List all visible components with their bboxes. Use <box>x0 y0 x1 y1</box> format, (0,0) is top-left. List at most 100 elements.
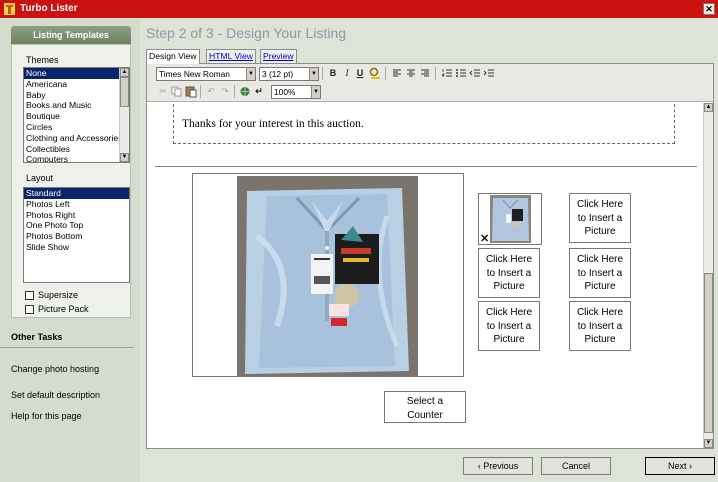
align-right-icon[interactable] <box>419 67 431 80</box>
zoom-select[interactable]: 100% ▼ <box>271 85 321 99</box>
slot-text-line: Picture <box>493 334 525 345</box>
insert-picture-slot[interactable]: Click Here to Insert a Picture <box>478 248 540 298</box>
help-for-this-page-link[interactable]: Help for this page <box>11 411 82 421</box>
slot-text-line: Click Here <box>576 199 624 210</box>
scroll-down-icon[interactable]: ▼ <box>120 153 129 162</box>
description-text[interactable]: Thanks for your interest in this auction… <box>182 118 364 130</box>
divider <box>0 347 134 348</box>
indent-icon[interactable] <box>483 67 495 80</box>
slot-text-line: Picture <box>493 281 525 292</box>
checkbox-icon[interactable] <box>25 290 34 300</box>
photo-thumbnail[interactable]: ✕ <box>478 193 542 245</box>
checkbox-icon[interactable] <box>25 304 34 314</box>
text-color-icon[interactable] <box>369 67 381 80</box>
turbo-lister-app-icon <box>4 3 15 15</box>
tab-html-view[interactable]: HTML View <box>206 49 256 63</box>
window-title: Turbo Lister <box>20 3 78 14</box>
title-bar: Turbo Lister ✕ <box>0 0 718 18</box>
outdent-icon[interactable] <box>469 67 481 80</box>
chevron-down-icon[interactable]: ▼ <box>309 68 318 80</box>
zoom-value: 100% <box>274 87 296 97</box>
tab-preview[interactable]: Preview <box>260 49 297 63</box>
themes-scrollbar[interactable]: ▲ ▼ <box>119 68 129 162</box>
scroll-thumb[interactable] <box>704 273 713 433</box>
line-break-icon[interactable]: ↵ <box>253 85 265 98</box>
redo-icon[interactable]: ↷ <box>219 85 231 98</box>
align-center-icon[interactable] <box>405 67 417 80</box>
insert-picture-slot[interactable]: Click Here to Insert a Picture <box>569 301 631 351</box>
slot-text-line: Picture <box>584 281 616 292</box>
theme-item[interactable]: None <box>24 68 129 79</box>
layout-listbox[interactable]: Standard Photos Left Photos Right One Photo… <box>23 187 130 283</box>
listing-templates-panel: Themes None Americana Baby Books and Music B… <box>11 44 131 318</box>
toolbar-divider <box>200 85 201 98</box>
paste-icon[interactable] <box>185 85 197 98</box>
description-box[interactable]: Thanks for your interest in this auction… <box>173 103 675 144</box>
cancel-button[interactable]: Cancel <box>541 457 611 475</box>
slot-text-line: Click Here <box>576 307 624 318</box>
listing-templates-header: Listing Templates <box>11 26 131 44</box>
copy-icon[interactable] <box>171 85 183 98</box>
set-default-description-link[interactable]: Set default description <box>11 390 100 400</box>
tab-design-view[interactable]: Design View <box>146 49 200 64</box>
italic-button[interactable]: I <box>341 67 353 80</box>
scroll-up-icon[interactable]: ▲ <box>120 68 129 77</box>
slot-text-line: to Insert a <box>577 320 623 332</box>
scroll-thumb[interactable] <box>120 77 129 107</box>
layout-item[interactable]: Photos Left <box>24 199 129 210</box>
bold-button[interactable]: B <box>327 67 339 80</box>
picture-pack-checkbox[interactable]: Picture Pack <box>25 304 89 314</box>
undo-icon[interactable]: ↶ <box>205 85 217 98</box>
close-icon[interactable]: ✕ <box>703 3 715 15</box>
font-family-value: Times New Roman <box>159 69 230 79</box>
font-size-select[interactable]: 3 (12 pt) ▼ <box>259 67 319 81</box>
editor-scrollbar[interactable]: ▲ ▼ <box>703 103 713 448</box>
slot-text-line: to Insert a <box>577 267 623 279</box>
theme-item[interactable]: Baby <box>24 90 129 101</box>
theme-item[interactable]: Clothing and Accessories <box>24 133 129 144</box>
theme-item[interactable]: Boutique <box>24 111 129 122</box>
previous-button[interactable]: ‹ Previous <box>463 457 533 475</box>
main-photo-frame[interactable] <box>192 173 464 377</box>
remove-photo-icon[interactable]: ✕ <box>480 232 489 245</box>
layout-item[interactable]: One Photo Top <box>24 220 129 231</box>
bullet-list-icon[interactable] <box>455 67 467 80</box>
theme-item[interactable]: Books and Music <box>24 100 129 111</box>
cut-icon[interactable]: ✂ <box>157 85 169 98</box>
change-photo-hosting-link[interactable]: Change photo hosting <box>11 364 99 374</box>
theme-item[interactable]: Circles <box>24 122 129 133</box>
design-editor[interactable]: Times New Roman ▼ 3 (12 pt) ▼ B I U ✂ ↶ … <box>146 63 714 449</box>
next-button[interactable]: Next › <box>645 457 715 475</box>
insert-hyperlink-icon[interactable] <box>239 85 251 98</box>
supersize-checkbox[interactable]: Supersize <box>25 290 78 300</box>
layout-item[interactable]: Slide Show <box>24 242 129 253</box>
theme-item[interactable]: Americana <box>24 79 129 90</box>
underline-button[interactable]: U <box>354 67 366 80</box>
select-counter-box[interactable]: Select a Counter <box>384 391 466 423</box>
divider <box>155 166 697 167</box>
insert-picture-slot[interactable]: Click Here to Insert a Picture <box>569 248 631 298</box>
listing-design-canvas[interactable]: Thanks for your interest in this auction… <box>147 103 703 448</box>
chevron-down-icon[interactable]: ▼ <box>246 68 255 80</box>
layout-item[interactable]: Photos Bottom <box>24 231 129 242</box>
themes-listbox[interactable]: None Americana Baby Books and Music Boutique… <box>23 67 130 163</box>
slot-text-line: Click Here <box>485 254 533 265</box>
counter-text-line: Select a <box>406 396 444 407</box>
toolbar-divider <box>385 67 386 80</box>
layout-item[interactable]: Photos Right <box>24 210 129 221</box>
scroll-up-icon[interactable]: ▲ <box>704 103 713 112</box>
theme-item[interactable]: Computers <box>24 154 129 162</box>
layout-item[interactable]: Standard <box>24 188 129 199</box>
insert-picture-slot[interactable]: Click Here to Insert a Picture <box>478 301 540 351</box>
scroll-down-icon[interactable]: ▼ <box>704 439 713 448</box>
insert-picture-slot[interactable]: Click Here to Insert a Picture <box>569 193 631 243</box>
numbered-list-icon[interactable] <box>441 67 453 80</box>
slot-text-line: Picture <box>584 226 616 237</box>
page-title: Step 2 of 3 - Design Your Listing <box>146 25 347 41</box>
slot-text-line: to Insert a <box>486 320 532 332</box>
font-family-select[interactable]: Times New Roman ▼ <box>156 67 256 81</box>
slot-text-line: to Insert a <box>577 212 623 224</box>
chevron-down-icon[interactable]: ▼ <box>311 86 320 98</box>
theme-item[interactable]: Collectibles <box>24 144 129 155</box>
align-left-icon[interactable] <box>391 67 403 80</box>
